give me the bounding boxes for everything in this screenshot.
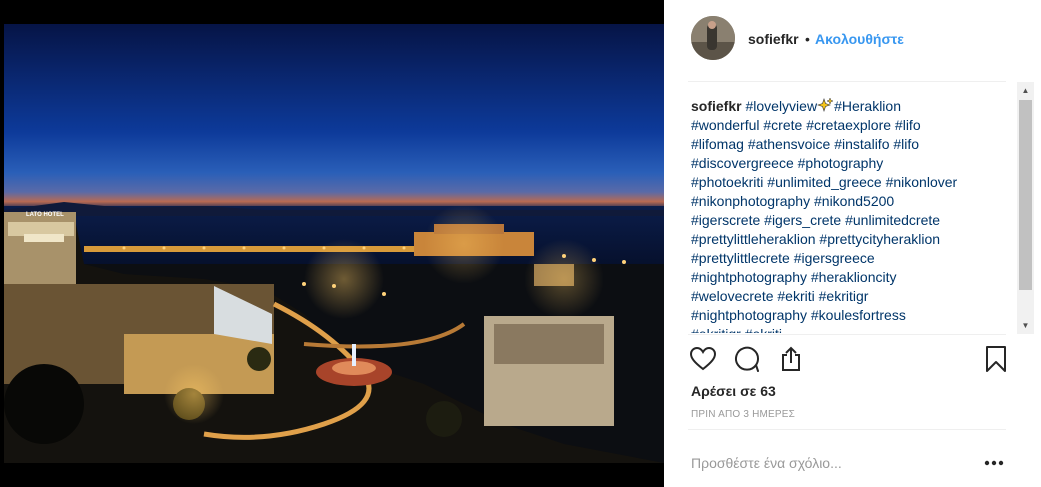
scroll-down-arrow-icon[interactable]: ▼ [1017, 317, 1034, 334]
caption-text: sofiefkr #lovelyview #Heraklion #wonderful… [691, 97, 1017, 333]
caption-line: sofiefkr #lovelyview #Heraklion [691, 97, 1017, 116]
caption-line: #discovergreece #photography [691, 154, 1017, 173]
hashtag-link[interactable]: #ekriti [745, 326, 782, 333]
hashtag-link[interactable]: #Heraklion [834, 98, 901, 114]
header-separator: • [805, 31, 810, 47]
scroll-up-arrow-icon[interactable]: ▲ [1017, 82, 1034, 99]
comment-divider [688, 429, 1006, 430]
night-harbor-photo: LATO HOTEL [4, 24, 664, 463]
hashtag-link[interactable]: #lifo [893, 136, 919, 152]
avatar[interactable] [691, 16, 735, 60]
hashtag-link[interactable]: #nikonlover [886, 174, 958, 190]
caption-line: #welovecrete #ekriti #ekritigr [691, 287, 1017, 306]
hashtag-link[interactable]: #lifomag [691, 136, 744, 152]
avatar-image [691, 16, 735, 60]
hashtag-link[interactable]: #nightphotography [691, 307, 807, 323]
caption-line: #prettylittlecrete #igersgreece [691, 249, 1017, 268]
caption-username[interactable]: sofiefkr [691, 98, 742, 114]
caption-line: #igerscrete #igers_crete #unlimitedcrete [691, 211, 1017, 230]
hashtag-link[interactable]: #koulesfortress [811, 307, 906, 323]
post-media: LATO HOTEL [0, 0, 664, 487]
hashtag-link[interactable]: #photoekriti [691, 174, 763, 190]
hashtag-link[interactable]: #nikond5200 [814, 193, 894, 209]
heart-icon[interactable] [688, 344, 718, 374]
hashtag-link[interactable]: #discovergreece [691, 155, 794, 171]
scroll-thumb[interactable] [1019, 100, 1032, 290]
sparkle-emoji-icon [817, 98, 834, 112]
hashtag-link[interactable]: #athensvoice [748, 136, 831, 152]
hashtag-link[interactable]: #ekritigr [691, 326, 741, 333]
likes-count[interactable]: Αρέσει σε 63 [691, 383, 776, 399]
actions-divider [688, 334, 1006, 335]
share-icon[interactable] [776, 344, 806, 374]
hashtag-link[interactable]: #unlimited_greece [767, 174, 881, 190]
more-icon[interactable] [982, 451, 1006, 475]
post-photo[interactable]: LATO HOTEL [4, 24, 664, 463]
hashtag-link[interactable]: #ekriti [777, 288, 814, 304]
header-divider [688, 81, 1006, 82]
hashtag-link[interactable]: #nightphotography [691, 269, 807, 285]
hashtag-link[interactable]: #igerscrete [691, 212, 760, 228]
hashtag-link[interactable]: #crete [763, 117, 802, 133]
comment-box [664, 440, 1041, 487]
caption-line: #nightphotography #heraklioncity [691, 268, 1017, 287]
hashtag-link[interactable]: #instalifo [834, 136, 889, 152]
post-header: sofiefkr • Ακολουθήστε [664, 0, 1041, 80]
hashtag-link[interactable]: #prettycityheraklion [819, 231, 940, 247]
comment-input[interactable] [691, 452, 961, 474]
action-bar [664, 336, 1041, 382]
hashtag-link[interactable]: #nikonphotography [691, 193, 810, 209]
caption-line: #prettylittleheraklion #prettycityherakl… [691, 230, 1017, 249]
hashtag-link[interactable]: #photography [798, 155, 884, 171]
hashtag-link[interactable]: #igers_crete [764, 212, 841, 228]
hashtag-link[interactable]: #unlimitedcrete [845, 212, 940, 228]
hashtag-link[interactable]: #wonderful [691, 117, 760, 133]
post-timestamp[interactable]: ΠΡΙΝ ΑΠΟ 3 ΗΜΕΡΕΣ [691, 409, 795, 420]
caption-line: #lifomag #athensvoice #instalifo #lifo [691, 135, 1017, 154]
hashtag-link[interactable]: #cretaexplore [806, 117, 891, 133]
hotel-sign: LATO HOTEL [26, 212, 64, 218]
caption-line: #wonderful #crete #cretaexplore #lifo [691, 116, 1017, 135]
hashtag-link[interactable]: #prettylittlecrete [691, 250, 790, 266]
follow-button[interactable]: Ακολουθήστε [815, 31, 904, 47]
caption-line: #photoekriti #unlimited_greece #nikonlov… [691, 173, 1017, 192]
caption-area: sofiefkr #lovelyview #Heraklion #wonderful… [691, 97, 1017, 333]
hashtag-link[interactable]: #lifo [895, 117, 921, 133]
post-side-panel: sofiefkr • Ακολουθήστε sofiefkr #lovelyv… [664, 0, 1041, 487]
caption-scrollbar[interactable]: ▲ ▼ [1017, 82, 1034, 334]
caption-line: #nikonphotography #nikond5200 [691, 192, 1017, 211]
caption-line: #ekritigr #ekriti [691, 325, 1017, 333]
hashtag-link[interactable]: #heraklioncity [811, 269, 897, 285]
hashtag-link[interactable]: #ekritigr [819, 288, 869, 304]
caption-line: #nightphotography #koulesfortress [691, 306, 1017, 325]
header-username[interactable]: sofiefkr [748, 31, 799, 47]
hashtag-link[interactable]: #prettylittleheraklion [691, 231, 816, 247]
hashtag-link[interactable]: #welovecrete [691, 288, 774, 304]
bookmark-icon[interactable] [981, 344, 1011, 374]
hashtag-link[interactable]: #lovelyview [745, 98, 817, 114]
comment-icon[interactable] [732, 344, 762, 374]
hashtag-link[interactable]: #igersgreece [794, 250, 875, 266]
